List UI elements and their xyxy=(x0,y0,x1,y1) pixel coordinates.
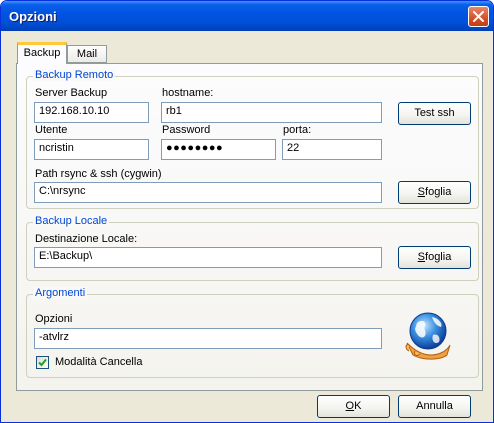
browse-path-button[interactable]: Sfoglia xyxy=(398,181,471,204)
password-input[interactable]: ●●●●●●●● xyxy=(161,139,276,160)
path-label: Path rsync & ssh (cygwin) xyxy=(35,168,162,180)
tab-mail[interactable]: Mail xyxy=(67,45,107,63)
remote-backup-title: Backup Remoto xyxy=(33,69,116,81)
ok-button[interactable]: OK xyxy=(317,395,390,418)
server-label: Server Backup xyxy=(35,87,108,99)
browse-destination-label: foglia xyxy=(425,251,452,263)
checkmark-icon xyxy=(38,358,47,367)
close-button[interactable] xyxy=(468,6,489,27)
delete-mode-label[interactable]: Modalità Cancella xyxy=(55,356,142,368)
cancel-button[interactable]: Annulla xyxy=(398,395,471,418)
tab-backup[interactable]: Backup xyxy=(17,42,67,64)
tab-mail-label: Mail xyxy=(76,48,98,60)
browse-destination-button[interactable]: Sfoglia xyxy=(398,246,471,269)
close-icon xyxy=(473,11,484,22)
user-label: Utente xyxy=(35,124,68,136)
ok-label: K xyxy=(354,400,362,412)
browse-destination-mnemonic: S xyxy=(417,251,426,263)
title-bar[interactable]: Opzioni xyxy=(1,1,493,31)
hostname-label: hostname: xyxy=(162,87,214,99)
options-dialog: Opzioni Backup Mail Backup Remoto Server… xyxy=(0,0,494,423)
test-ssh-button[interactable]: Test ssh xyxy=(398,102,471,125)
hostname-input[interactable]: rb1 xyxy=(161,102,382,123)
port-label: porta: xyxy=(283,124,312,136)
options-input[interactable]: -atvlrz xyxy=(34,328,382,349)
destination-label: Destinazione Locale: xyxy=(35,233,138,245)
user-input[interactable]: ncristin xyxy=(34,139,149,160)
path-input[interactable]: C:\nrsync xyxy=(34,182,382,203)
browse-path-mnemonic: S xyxy=(417,186,426,198)
port-input[interactable]: 22 xyxy=(282,139,382,160)
destination-input[interactable]: E:\Backup\ xyxy=(34,247,382,268)
options-label: Opzioni xyxy=(35,313,73,325)
globe-hand-icon xyxy=(403,309,453,364)
window-title: Opzioni xyxy=(9,9,57,24)
local-backup-title: Backup Locale xyxy=(33,215,110,227)
server-input[interactable]: 192.168.10.10 xyxy=(34,102,149,123)
password-label: Password xyxy=(162,124,211,136)
delete-mode-checkbox[interactable] xyxy=(36,356,49,369)
arguments-title: Argomenti xyxy=(33,287,88,299)
ok-mnemonic: O xyxy=(345,400,355,412)
browse-path-label: foglia xyxy=(425,186,452,198)
tab-backup-label: Backup xyxy=(23,47,61,59)
